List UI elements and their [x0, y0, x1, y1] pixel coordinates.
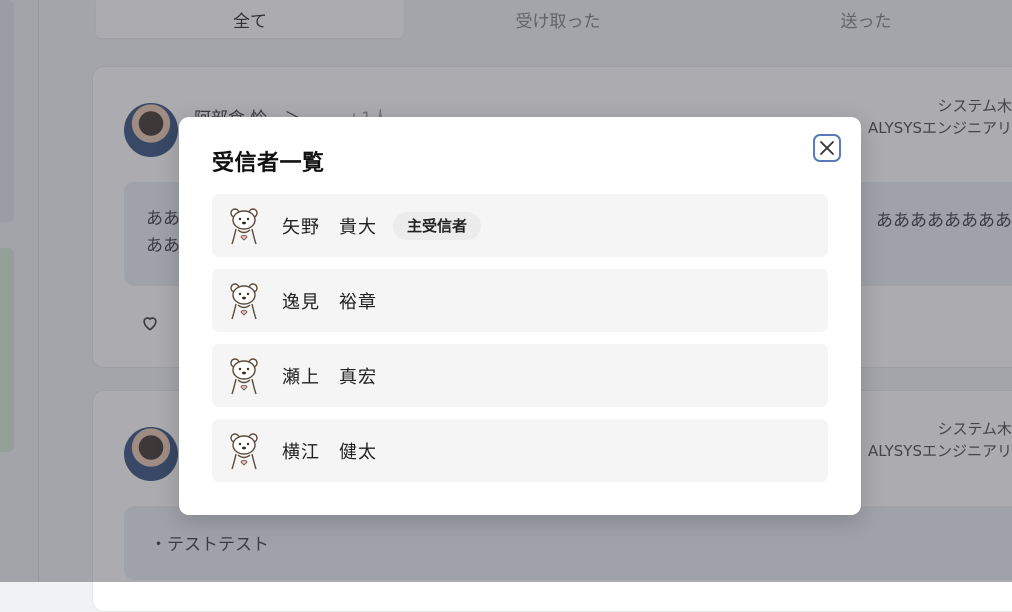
recipient-row: 逸見 裕章	[212, 269, 828, 332]
recipient-name: 瀬上 真宏	[282, 366, 377, 388]
primary-recipient-badge: 主受信者	[393, 211, 482, 240]
recipient-row: 瀬上 真宏	[212, 344, 828, 407]
recipient-name: 矢野 貴大	[282, 216, 377, 238]
bear-icon	[230, 207, 258, 244]
bear-icon	[230, 432, 258, 469]
bear-icon	[230, 357, 258, 394]
close-button[interactable]	[813, 134, 841, 162]
recipient-name: 横江 健太	[282, 441, 377, 463]
modal-title: 受信者一覧	[212, 151, 325, 176]
recipient-name: 逸見 裕章	[282, 291, 377, 313]
close-icon	[820, 141, 834, 155]
recipient-row: 横江 健太	[212, 419, 828, 482]
bear-icon	[230, 282, 258, 319]
recipients-modal: 受信者一覧 矢野 貴大 主受信者 逸見 裕章 瀬上 真宏 横江 健太	[179, 117, 861, 515]
recipient-row: 矢野 貴大 主受信者	[212, 194, 828, 257]
